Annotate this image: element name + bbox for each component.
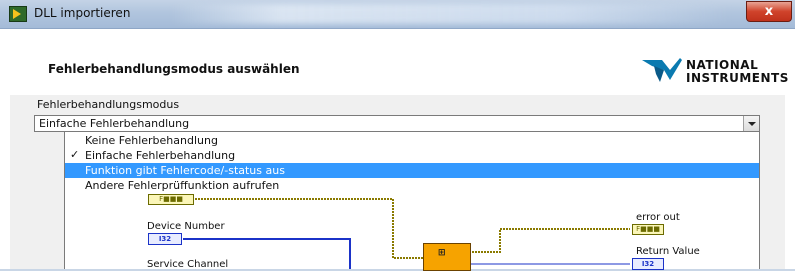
dll-import-dialog: DLL importieren x Fehlerbehandlungsmodus… (0, 0, 795, 271)
diagram-wires (183, 198, 630, 269)
return-value-label: Return Value (636, 246, 700, 257)
service-channel-label: Service Channel (147, 259, 229, 270)
return-value-terminal: I32 (632, 258, 664, 270)
error-in-wire (195, 198, 423, 259)
error-out-terminal: F■■■ (632, 224, 664, 235)
error-in-terminal: F■■■ (148, 194, 194, 205)
node-glyph-icon: ⊞ (438, 248, 446, 258)
call-library-function-node: ⊞ (423, 243, 471, 271)
device-number-label: Device Number (147, 221, 225, 232)
error-out-label: error out (636, 212, 680, 223)
device-number-terminal: I32 (148, 233, 182, 245)
error-out-wire (469, 228, 630, 253)
